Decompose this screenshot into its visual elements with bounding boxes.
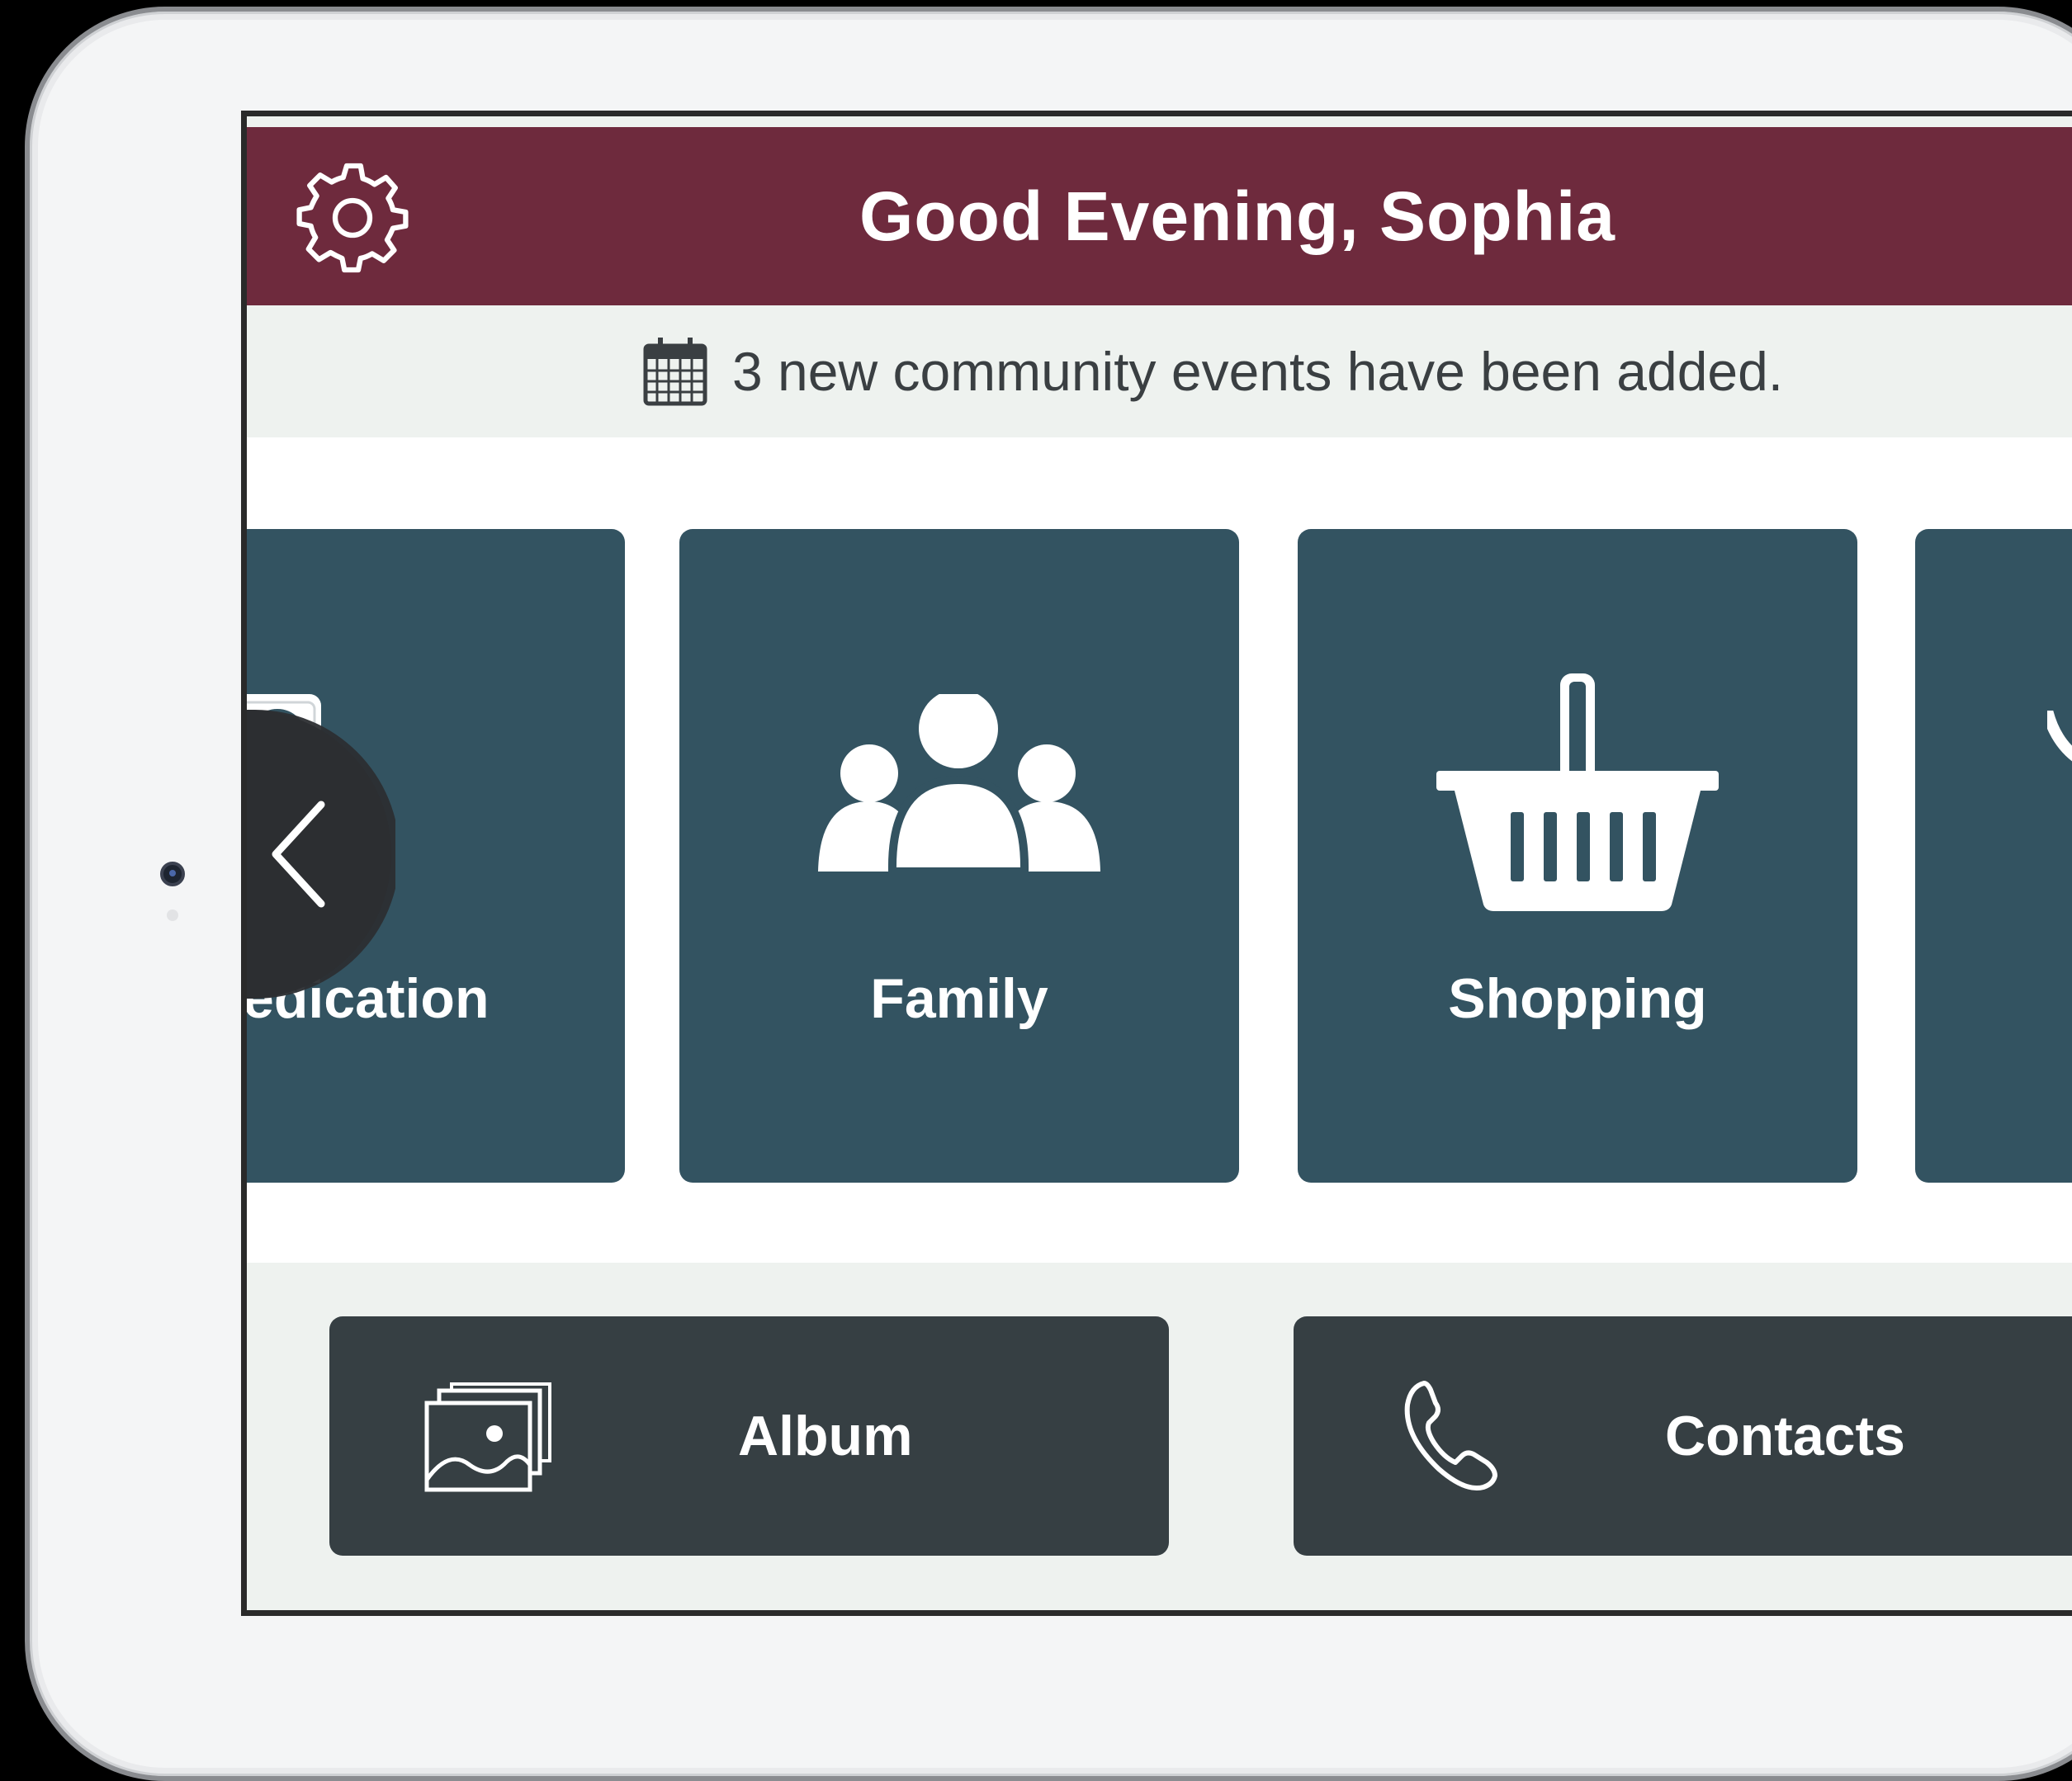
album-button[interactable]: Album — [329, 1316, 1169, 1556]
family-icon — [818, 694, 1100, 876]
contacts-label: Contacts — [1665, 1405, 1905, 1467]
carousel-prev-button[interactable] — [247, 710, 400, 999]
contacts-button[interactable]: Contacts — [1294, 1316, 2072, 1556]
app-screen: Good Evening, Sophia 3 new community eve… — [241, 111, 2072, 1616]
tile-family[interactable]: Family — [679, 529, 1239, 1183]
front-camera — [160, 862, 185, 886]
calendar-icon — [643, 338, 707, 406]
notice-text: 3 new community events have been added. — [732, 341, 1784, 402]
tile-label: Family — [870, 967, 1048, 1030]
settings-button[interactable] — [295, 160, 410, 276]
app-header: Good Evening, Sophia — [247, 127, 2072, 305]
notice-banner[interactable]: 3 new community events have been added. — [247, 305, 2072, 437]
action-bar: Album Contacts — [247, 1263, 2072, 1610]
shopping-basket-icon — [1436, 673, 1719, 911]
gear-icon — [296, 163, 409, 273]
tiles-carousel: edication Family Shopping — [247, 437, 2072, 1263]
tile-partial[interactable] — [1915, 529, 2072, 1183]
greeting-title: Good Evening, Sophia — [859, 177, 1616, 255]
partial-tile-icon — [2047, 711, 2072, 762]
phone-icon — [1404, 1381, 1497, 1490]
tile-label: Shopping — [1448, 967, 1707, 1030]
album-label: Album — [738, 1405, 913, 1467]
photo-album-icon — [424, 1382, 551, 1492]
tile-shopping[interactable]: Shopping — [1298, 529, 1857, 1183]
ambient-sensor — [167, 909, 178, 921]
chevron-left-icon — [247, 710, 400, 999]
